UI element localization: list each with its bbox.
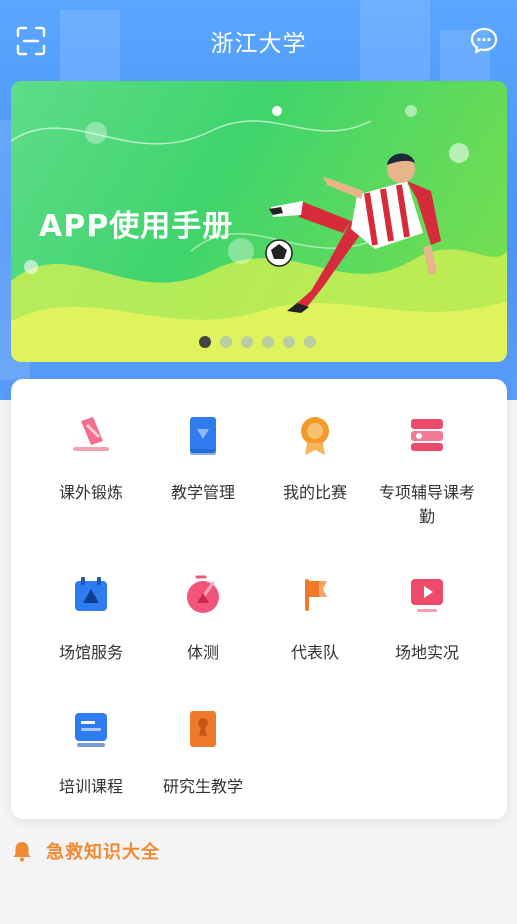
graduate-icon: [190, 711, 216, 747]
menu-item-label: 代表队: [290, 643, 339, 662]
menu-item-label: 培训课程: [58, 777, 123, 796]
carousel-dot[interactable]: [262, 336, 274, 348]
page-title: 浙江大学: [210, 31, 307, 57]
attendance-icon: [411, 419, 443, 451]
carousel-dot[interactable]: [241, 336, 253, 348]
carousel-dot[interactable]: [283, 336, 295, 348]
menu-item-graduate-teaching[interactable]: 研究生教学: [142, 705, 264, 799]
menu-item-venue[interactable]: 场馆服务: [30, 571, 152, 665]
venue-icon: [75, 577, 107, 611]
menu-item-fitness-test[interactable]: 体测: [142, 571, 264, 665]
live-video-icon: [411, 579, 443, 612]
notice-label: 急救知识大全: [46, 842, 160, 863]
menu-item-exercise[interactable]: 课外锻炼: [30, 411, 152, 505]
flag-icon: [305, 579, 327, 611]
menu-item-label: 体测: [186, 643, 219, 662]
carousel-dot[interactable]: [199, 336, 211, 348]
menu-item-label: 研究生教学: [162, 777, 243, 796]
menu-item-label: 场馆服务: [58, 643, 123, 662]
menu-item-my-matches[interactable]: 我的比赛: [254, 411, 376, 505]
teaching-icon: [190, 417, 216, 455]
first-aid-notice[interactable]: 急救知识大全: [12, 836, 160, 866]
carousel-dot[interactable]: [220, 336, 232, 348]
menu-item-team[interactable]: 代表队: [254, 571, 376, 665]
fitness-test-icon: [187, 575, 219, 613]
bell-icon: [13, 842, 31, 862]
menu-item-label: 专项辅导课考勤: [378, 483, 475, 526]
menu-item-label: 教学管理: [170, 483, 235, 502]
menu-item-attendance[interactable]: 专项辅导课考勤: [366, 411, 488, 529]
menu-item-label: 我的比赛: [282, 483, 347, 502]
function-menu-card: 课外锻炼 教学管理 我的比赛 专项辅导课考勤 场馆服务 体测 代表队 场地实况 …: [11, 379, 507, 819]
message-icon[interactable]: [469, 26, 499, 56]
menu-item-training-course[interactable]: 培训课程: [30, 705, 152, 799]
medal-icon: [301, 417, 329, 455]
banner-title: APP使用手册: [39, 209, 234, 244]
banner-carousel[interactable]: APP使用手册: [11, 81, 507, 362]
menu-item-label: 课外锻炼: [58, 483, 123, 502]
menu-item-teaching[interactable]: 教学管理: [142, 411, 264, 505]
top-bar: 浙江大学: [0, 0, 517, 80]
menu-item-label: 场地实况: [394, 643, 459, 662]
carousel-dot[interactable]: [304, 336, 316, 348]
course-icon: [75, 713, 107, 747]
menu-item-live-venue[interactable]: 场地实况: [366, 571, 488, 665]
carousel-indicator: [199, 336, 316, 348]
exercise-icon: [73, 417, 109, 451]
